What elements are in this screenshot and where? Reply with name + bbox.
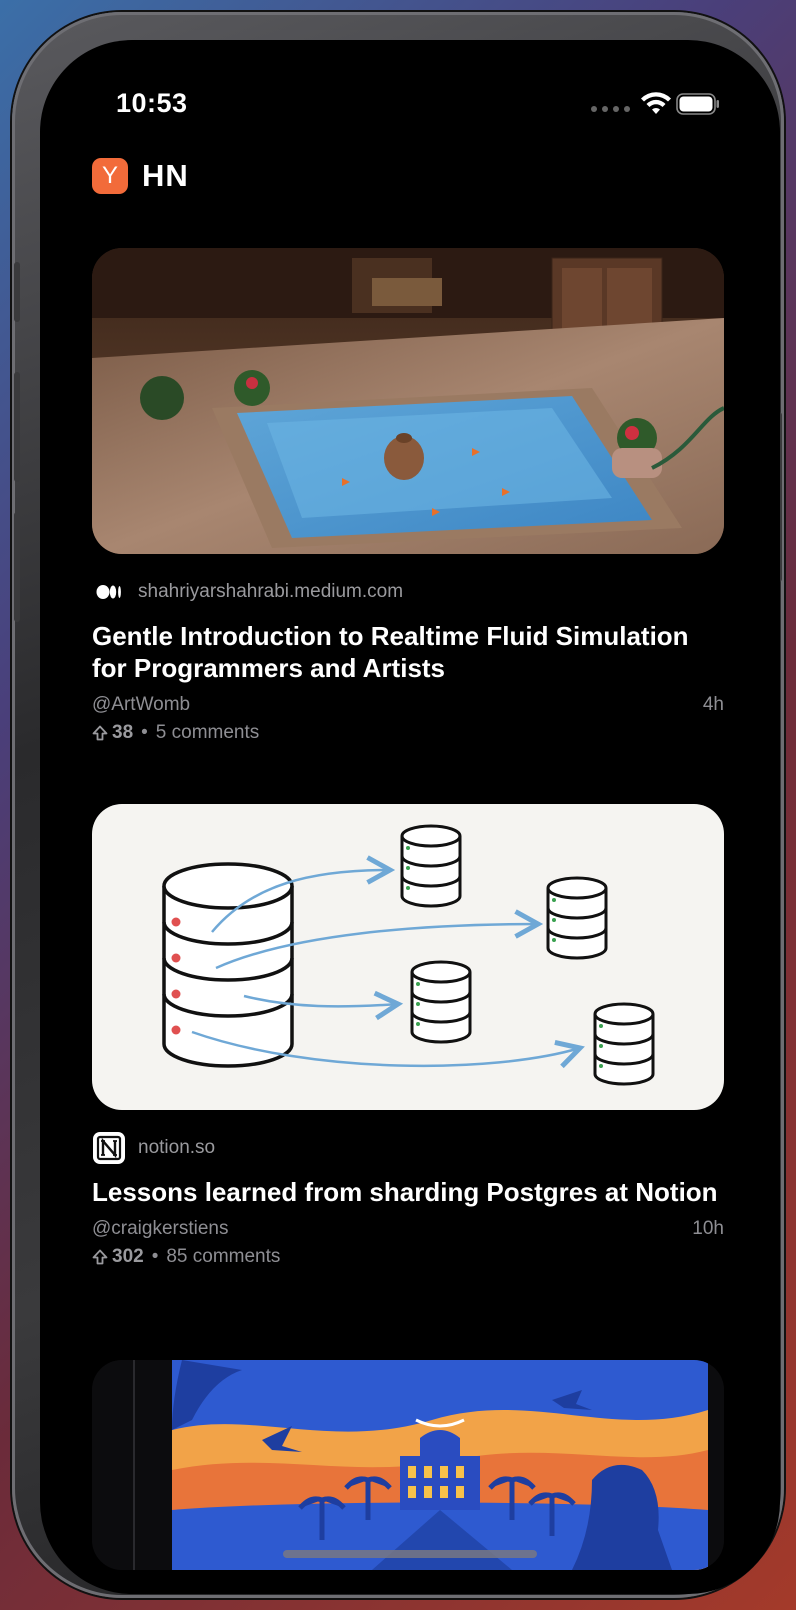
wifi-icon (641, 92, 671, 114)
story-title[interactable]: Lessons learned from sharding Postgres a… (92, 1176, 724, 1208)
app-header: Y HN (92, 156, 189, 196)
app-title: HN (142, 158, 189, 193)
medium-icon (92, 575, 126, 609)
story-age: 4h (702, 694, 724, 715)
story-meta: @craigkerstiens 10h (92, 1216, 724, 1242)
story-thumbnail-desert-palace[interactable] (92, 1360, 724, 1570)
story-author[interactable]: @craigkerstiens (92, 1218, 229, 1240)
story-title[interactable]: Gentle Introduction to Realtime Fluid Si… (92, 620, 724, 684)
battery-icon (676, 93, 719, 115)
phone-frame: 10:53 Y HN shahriyarshahrabi.medium.com … (12, 12, 784, 1598)
story-stats: 302 • 85 comments (92, 1244, 724, 1270)
mute-switch (14, 262, 20, 322)
bullet-separator: • (141, 722, 148, 743)
app-screen: 10:53 Y HN shahriyarshahrabi.medium.com … (40, 40, 780, 1594)
story-source[interactable]: notion.so (92, 1132, 724, 1164)
points-count: 302 (112, 1246, 144, 1267)
points-count: 38 (112, 722, 134, 743)
home-indicator[interactable] (283, 1550, 537, 1558)
comments-count[interactable]: 85 comments (166, 1246, 280, 1268)
notion-icon (92, 1131, 126, 1165)
story-card[interactable]: notion.so Lessons learned from sharding … (92, 804, 724, 1270)
story-author[interactable]: @ArtWomb (92, 694, 190, 716)
story-age: 10h (692, 1218, 724, 1239)
volume-down-button (14, 512, 20, 622)
bullet-separator: • (151, 1246, 159, 1267)
comments-count[interactable]: 5 comments (156, 722, 259, 744)
status-bar: 10:53 (40, 40, 780, 150)
story-source[interactable]: shahriyarshahrabi.medium.com (92, 576, 724, 608)
status-time: 10:53 (116, 88, 188, 118)
source-domain: notion.so (138, 1137, 216, 1158)
story-card[interactable]: shahriyarshahrabi.medium.com Gentle Intr… (92, 248, 724, 746)
story-thumbnail-sharding-diagram[interactable] (92, 804, 724, 1110)
signal-dots-icon (591, 106, 630, 112)
story-stats: 38 • 5 comments (92, 720, 724, 746)
source-domain: shahriyarshahrabi.medium.com (138, 581, 404, 602)
volume-up-button (14, 372, 20, 482)
upvote-arrow-icon[interactable] (92, 725, 108, 741)
story-thumbnail-courtyard-pool[interactable] (92, 248, 724, 554)
hn-logo-icon: Y (92, 158, 128, 194)
upvote-arrow-icon[interactable] (92, 1249, 108, 1265)
story-meta: @ArtWomb 4h (92, 692, 724, 718)
story-card[interactable] (92, 1360, 724, 1570)
